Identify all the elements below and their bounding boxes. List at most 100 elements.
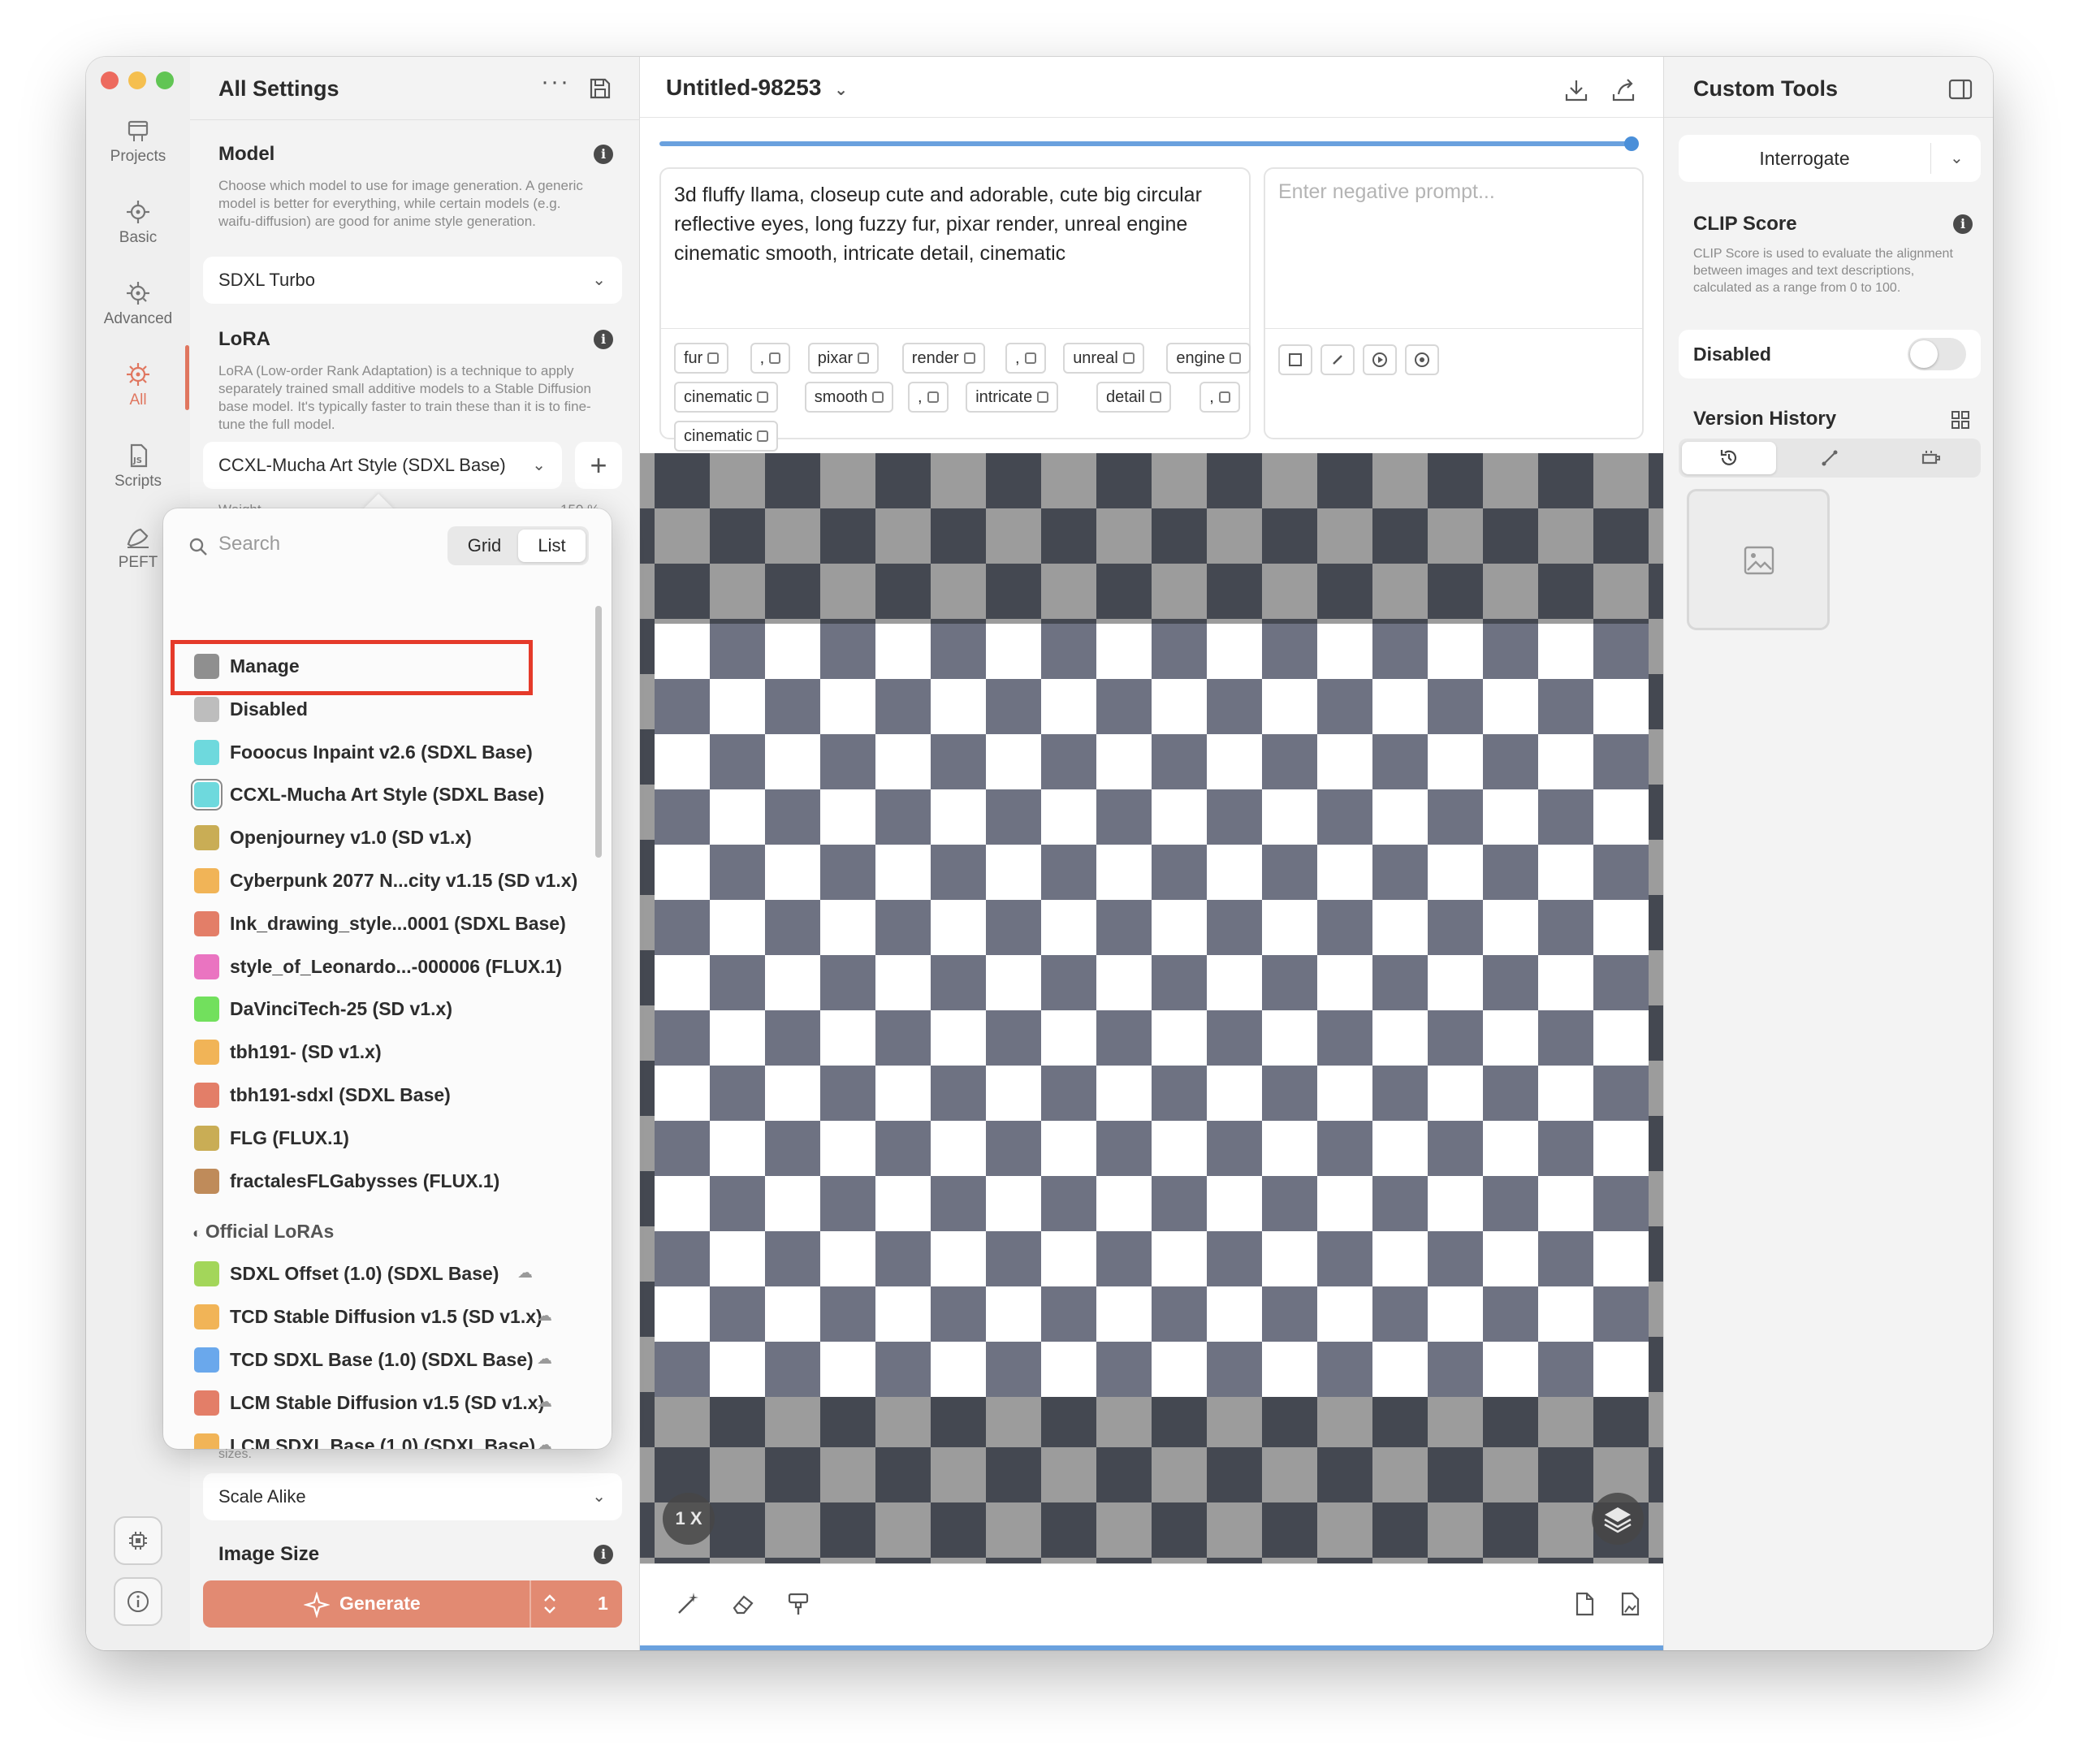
rail-item-advanced[interactable]: Advanced [86,279,190,328]
version-thumbnail[interactable] [1687,489,1830,630]
close-window-button[interactable] [101,71,119,89]
lora-item[interactable]: CCXL-Mucha Art Style (SDXL Base) [188,773,594,815]
negative-prompt-field[interactable]: Enter negative prompt... [1264,167,1644,439]
more-options-icon[interactable]: ··· [541,68,570,96]
lora-item[interactable]: fractalesFLGabysses (FLUX.1) [188,1160,594,1202]
clip-info-icon[interactable]: i [1953,214,1973,234]
prompt-text[interactable]: 3d fluffy llama, closeup cute and adorab… [674,180,1239,268]
tag-remove-icon[interactable] [1218,391,1230,403]
tag-remove-icon[interactable] [1037,391,1049,403]
official-lora-item[interactable]: SDXL Offset (1.0) (SDXL Base) ☁ [188,1252,594,1295]
new-document-icon[interactable] [1571,1590,1598,1618]
image-size-info-icon[interactable]: i [594,1545,613,1564]
stepper-icon[interactable] [540,1591,560,1617]
download-icon[interactable] [1562,76,1590,104]
lora-item[interactable]: style_of_Leonardo...-000006 (FLUX.1) [188,945,594,988]
document-title[interactable]: Untitled-98253 ⌄ [666,75,848,101]
rail-item-scripts[interactable]: JS Scripts [86,442,190,491]
eraser-icon[interactable] [729,1590,757,1618]
lora-item[interactable]: Cyberpunk 2077 N...city v1.15 (SD v1.x) [188,859,594,901]
tag-remove-icon[interactable] [1230,352,1242,364]
tag-remove-icon[interactable] [757,430,769,442]
cloud-download-icon[interactable]: ☁ [537,1381,552,1424]
cloud-download-icon[interactable]: ☁ [537,1338,552,1381]
tag-remove-icon[interactable] [872,391,884,403]
search-input[interactable]: Search [218,533,280,556]
zoom-window-button[interactable] [156,71,174,89]
paint-bucket-icon[interactable] [784,1590,812,1618]
lora-item[interactable]: tbh191-sdxl (SDXL Base) [188,1074,594,1116]
view-grid-button[interactable]: Grid [451,530,518,562]
tag-remove-icon[interactable] [927,391,939,403]
paste-icon[interactable] [1278,344,1312,375]
prompt-tag[interactable]: engine [1166,343,1251,374]
target-icon[interactable] [1405,344,1439,375]
view-list-button[interactable]: List [518,530,586,562]
sidebar-toggle-icon[interactable] [1948,78,1973,101]
rail-item-all[interactable]: All [86,361,190,409]
prompt-tag[interactable]: cinematic [674,421,779,452]
cloud-download-icon[interactable]: ☁ [537,1425,552,1449]
lora-item[interactable]: DaVinciTech-25 (SD v1.x) [188,988,594,1030]
zoom-indicator[interactable]: 1 X [663,1493,715,1545]
prompt-tag[interactable]: render [901,343,985,374]
tag-remove-icon[interactable] [1122,352,1135,364]
info-button[interactable] [114,1577,162,1626]
prompt-tag[interactable]: fur [674,343,729,374]
tag-remove-icon[interactable] [769,352,781,364]
lora-item[interactable]: Openjourney v1.0 (SD v1.x) [188,816,594,858]
lora-item[interactable]: Fooocus Inpaint v2.6 (SDXL Base) [188,731,594,773]
cloud-download-icon[interactable]: ☁ [517,1252,533,1295]
export-image-icon[interactable] [1616,1590,1644,1618]
play-icon[interactable] [1363,344,1397,375]
tab-branch[interactable] [1783,442,1877,474]
official-lora-item[interactable]: LCM SDXL Base (1.0) (SDXL Base) ☁ [188,1425,594,1449]
prompt-tag[interactable]: , [1005,343,1046,374]
save-icon[interactable] [588,76,612,101]
progress-handle[interactable] [1624,136,1639,151]
cloud-download-icon[interactable]: ☁ [537,1295,552,1338]
chevron-down-icon[interactable]: ⌄ [1950,135,1964,182]
official-lora-item[interactable]: LCM Stable Diffusion v1.5 (SD v1.x) ☁ [188,1381,594,1424]
prompt-tag[interactable]: detail [1096,382,1171,413]
prompt-tag[interactable]: unreal [1063,343,1144,374]
minimize-window-button[interactable] [128,71,146,89]
prompt-tag[interactable]: , [750,343,791,374]
magic-wand-icon[interactable] [674,1590,702,1618]
tag-remove-icon[interactable] [1149,391,1161,403]
model-select[interactable]: SDXL Turbo ⌄ [203,257,622,304]
layers-button[interactable] [1592,1493,1644,1545]
tag-remove-icon[interactable] [963,352,975,364]
tag-remove-icon[interactable] [858,352,870,364]
scale-select[interactable]: Scale Alike ⌄ [203,1473,622,1520]
prompt-tag[interactable]: intricate [966,382,1059,413]
image-canvas[interactable]: 1 X [640,453,1663,1563]
lora-info-icon[interactable]: i [594,330,613,349]
prompt-tag[interactable]: pixar [807,343,880,374]
share-icon[interactable] [1610,76,1637,104]
lora-item[interactable]: Ink_drawing_style...0001 (SDXL Base) [188,902,594,945]
tag-remove-icon[interactable] [757,391,769,403]
prompt-tag[interactable]: , [908,382,949,413]
tab-history[interactable] [1682,442,1776,474]
cpu-button[interactable] [114,1516,162,1565]
tag-remove-icon[interactable] [707,352,720,364]
rail-item-basic[interactable]: Basic [86,198,190,247]
prompt-tag[interactable]: , [1199,382,1240,413]
tool-select[interactable]: Interrogate ⌄ [1679,135,1981,182]
tab-snapshots[interactable] [1883,442,1977,474]
official-lora-item[interactable]: TCD SDXL Base (1.0) (SDXL Base) ☁ [188,1338,594,1381]
lora-select[interactable]: CCXL-Mucha Art Style (SDXL Base) ⌄ [203,442,562,489]
clip-score-toggle[interactable] [1908,338,1966,370]
rail-item-projects[interactable]: Projects [86,117,190,166]
lora-item[interactable]: FLG (FLUX.1) [188,1117,594,1159]
tag-remove-icon[interactable] [1024,352,1036,364]
grid-view-icon[interactable] [1950,409,1971,430]
prompt-field[interactable]: 3d fluffy llama, closeup cute and adorab… [659,167,1251,452]
prompt-tag[interactable]: smooth [804,382,894,413]
add-lora-button[interactable]: + [575,442,622,489]
popover-scrollbar[interactable] [595,606,602,858]
lora-item[interactable]: tbh191- (SD v1.x) [188,1031,594,1073]
model-info-icon[interactable]: i [594,145,613,164]
generate-button[interactable]: Generate 1 [203,1580,622,1628]
